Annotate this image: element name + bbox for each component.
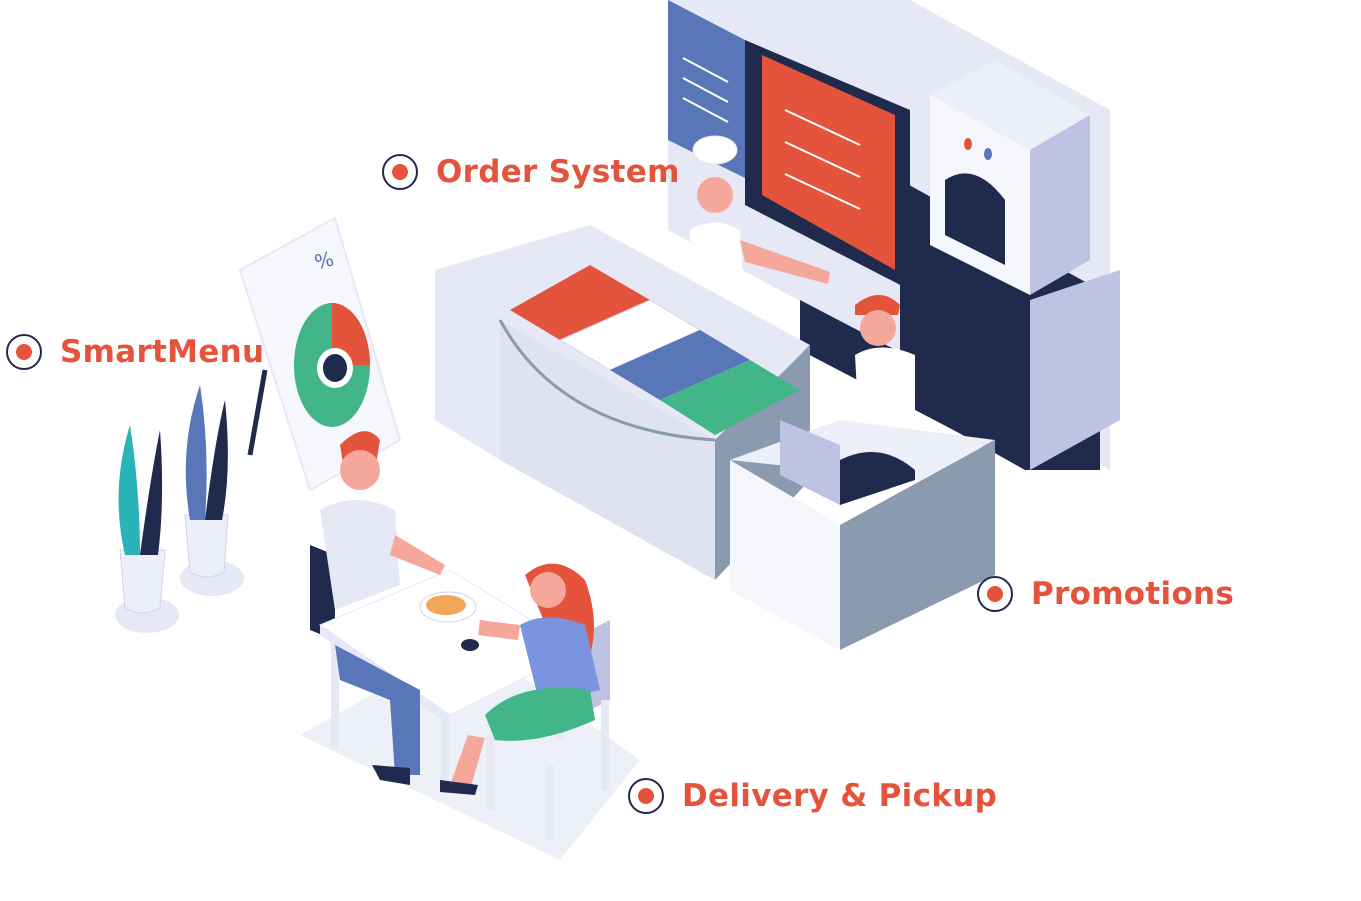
delivery-pickup-hotspot[interactable]: Delivery & Pickup <box>628 778 997 814</box>
promotions-label[interactable]: Promotions <box>1031 576 1234 612</box>
register-counter <box>730 420 995 650</box>
order-system-label[interactable]: Order System <box>436 154 680 190</box>
smartmenu-label[interactable]: SmartMenu <box>60 334 264 370</box>
hotspot-marker-icon[interactable] <box>628 778 664 814</box>
order-system-hotspot[interactable]: Order System <box>382 154 680 190</box>
hotspot-marker-icon[interactable] <box>6 334 42 370</box>
delivery-pickup-label[interactable]: Delivery & Pickup <box>682 778 997 814</box>
smartmenu-hotspot[interactable]: SmartMenu <box>6 334 264 370</box>
restaurant-illustration: % <box>115 0 1120 860</box>
plants <box>115 385 244 633</box>
hotspot-marker-icon[interactable] <box>382 154 418 190</box>
promotions-hotspot[interactable]: Promotions <box>977 576 1234 612</box>
hotspot-marker-icon[interactable] <box>977 576 1013 612</box>
